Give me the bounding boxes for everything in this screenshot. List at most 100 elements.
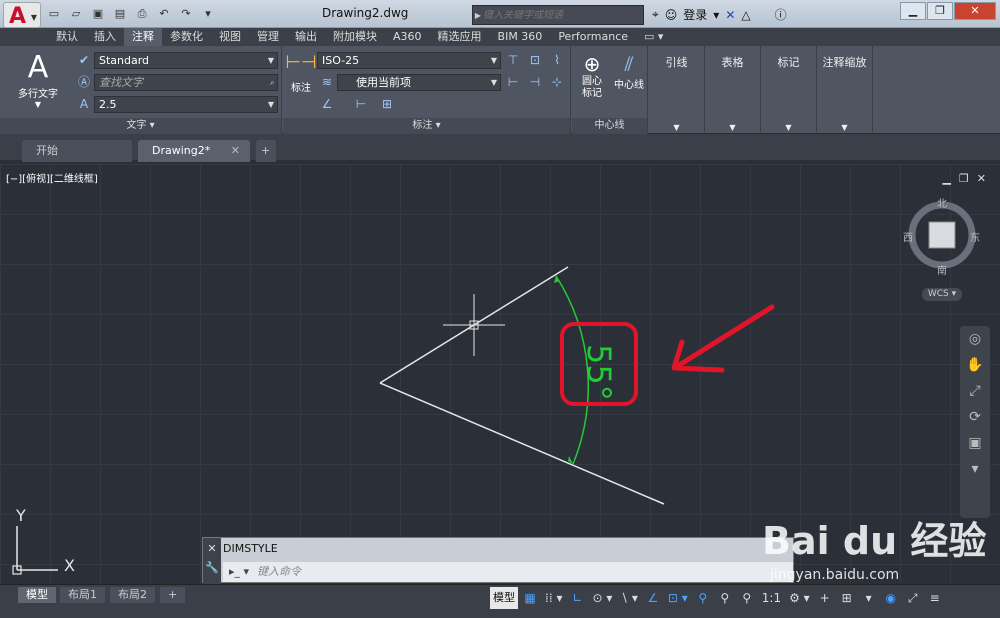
angular-dim-icon[interactable]: ∠ <box>319 96 335 112</box>
multiline-text-button[interactable]: A 多行文字 ▼ <box>12 50 64 109</box>
dim-break-icon[interactable]: ⊤ <box>505 52 521 68</box>
close-icon[interactable]: ✕ <box>231 140 240 162</box>
center-mark-button[interactable]: ⊕ 圆心 标记 <box>574 52 610 100</box>
pan-hand-icon[interactable]: ✋ <box>960 352 990 378</box>
dim-reassociate-icon[interactable]: ⊹ <box>549 74 565 90</box>
tab-addins[interactable]: 附加模块 <box>325 28 385 46</box>
showmotion-icon[interactable]: ▣ <box>960 430 990 456</box>
add-icon[interactable]: + <box>815 587 835 609</box>
tab-view[interactable]: 视图 <box>211 28 249 46</box>
dim-layer-select[interactable]: 使用当前项 ▼ <box>337 74 501 91</box>
dim-jog-icon[interactable]: ⌇ <box>549 52 565 68</box>
help-icon[interactable]: ⓘ <box>775 6 787 23</box>
snap-icon[interactable]: ⁞⁞ ▾ <box>542 587 565 609</box>
dimension-panel-footer[interactable]: 标注 ▾ <box>283 118 570 134</box>
text-style-select[interactable]: Standard ▼ <box>94 52 278 69</box>
customize-statusbar-icon[interactable]: ≡ <box>925 587 945 609</box>
isolate-objects-icon[interactable]: ◉ <box>881 587 901 609</box>
workspace-gear-icon[interactable]: ⚙ ▾ <box>786 587 813 609</box>
spell-check-icon[interactable]: ✔ <box>76 52 92 68</box>
search-expand-icon[interactable]: ▶ <box>473 11 483 20</box>
customize-qat-icon[interactable]: ▾ <box>200 6 216 22</box>
command-line-grip[interactable]: ✕ 🔧 <box>203 538 221 584</box>
dim-space-icon[interactable]: ⊡ <box>527 52 543 68</box>
a360-icon[interactable]: △ <box>741 8 750 22</box>
annotation-scale-icon[interactable]: ⚲ <box>737 587 757 609</box>
tab-drawing2[interactable]: Drawing2* ✕ <box>138 140 250 162</box>
annotation-scale-value[interactable]: 1:1 <box>759 587 784 609</box>
centerline-button[interactable]: ⫽ 中心线 <box>610 52 648 91</box>
command-prompt-icon[interactable]: ▸_ ▾ <box>229 562 249 582</box>
print-icon[interactable]: ⎙ <box>134 6 150 22</box>
orbit-icon[interactable]: ⟳ <box>960 404 990 430</box>
close-button[interactable]: ✕ <box>954 2 996 20</box>
tab-bim360[interactable]: BIM 360 <box>490 28 551 46</box>
login-dropdown-icon[interactable]: ▾ <box>713 8 719 22</box>
tab-output[interactable]: 输出 <box>287 28 325 46</box>
tab-parametric[interactable]: 参数化 <box>162 28 211 46</box>
application-menu-button[interactable]: A ▼ <box>3 2 41 29</box>
find-text-input[interactable]: 查找文字 ⌕ <box>94 74 278 91</box>
minimize-button[interactable]: ▁ <box>900 2 926 20</box>
polar-icon[interactable]: ⊙ ▾ <box>589 587 615 609</box>
dim-style-select[interactable]: ISO-25 ▼ <box>317 52 501 69</box>
binoculars-icon[interactable]: ⌖ <box>652 7 659 22</box>
baseline-dim-icon[interactable]: ⊞ <box>379 96 395 112</box>
layout-tab-layout2[interactable]: 布局2 <box>110 587 155 603</box>
lock-icon[interactable]: ▾ <box>859 587 879 609</box>
compass-east-label[interactable]: 东 <box>970 229 980 244</box>
leader-panel[interactable]: 引线 ▼ <box>649 46 705 134</box>
ortho-icon[interactable]: ∟ <box>567 587 587 609</box>
find-text-icon[interactable]: Ⓐ <box>76 74 92 90</box>
tab-default[interactable]: 默认 <box>48 28 86 46</box>
dim-inspect-icon[interactable]: ⊢ <box>505 74 521 90</box>
wcs-menu[interactable]: WCS ▾ <box>922 288 962 301</box>
layout-tab-layout1[interactable]: 布局1 <box>60 587 105 603</box>
new-file-icon[interactable]: ▭ <box>46 6 62 22</box>
restore-button[interactable]: ❐ <box>927 2 953 20</box>
tab-start[interactable]: 开始 <box>22 140 132 162</box>
tab-manage[interactable]: 管理 <box>249 28 287 46</box>
otrack-icon[interactable]: ⊡ ▾ <box>665 587 691 609</box>
auto-scale-icon[interactable]: ⚲ <box>715 587 735 609</box>
tab-performance[interactable]: Performance <box>550 28 636 46</box>
steering-wheel-icon[interactable]: ◎ <box>960 326 990 352</box>
find-binoculars-icon[interactable]: ⌕ <box>270 75 274 90</box>
open-file-icon[interactable]: ▱ <box>68 6 84 22</box>
nav-bar-menu-icon[interactable]: ▾ <box>960 456 990 482</box>
ribbon-minimize-icon[interactable]: ▭ ▾ <box>636 28 671 46</box>
text-height-select[interactable]: 2.5 ▼ <box>94 96 278 113</box>
text-panel-footer[interactable]: 文字 ▾ <box>0 118 281 134</box>
markup-panel[interactable]: 标记 ▼ <box>761 46 817 134</box>
tab-annotate[interactable]: 注释 <box>124 28 162 46</box>
add-layout-button[interactable]: + <box>160 587 186 603</box>
tab-featured-apps[interactable]: 精选应用 <box>430 28 490 46</box>
exchange-apps-icon[interactable]: ✕ <box>725 8 735 22</box>
centerline-panel-footer[interactable]: 中心线 <box>572 118 647 134</box>
compass-north-label[interactable]: 北 <box>937 195 947 210</box>
annotation-scale-panel[interactable]: 注释缩放 ▼ <box>817 46 873 134</box>
tab-insert[interactable]: 插入 <box>86 28 124 46</box>
units-icon[interactable]: ⊞ <box>837 587 857 609</box>
layout-tab-model[interactable]: 模型 <box>18 587 56 603</box>
dimension-button[interactable]: ⊢⊣ 标注 <box>285 52 317 94</box>
compass-south-label[interactable]: 南 <box>937 262 947 277</box>
wrench-icon[interactable]: 🔧 <box>203 561 221 574</box>
dim-update-icon[interactable]: ⊣ <box>527 74 543 90</box>
new-tab-button[interactable]: + <box>256 140 276 162</box>
save-as-icon[interactable]: ▤ <box>112 6 128 22</box>
tab-a360[interactable]: A360 <box>385 28 430 46</box>
osnap-icon[interactable]: ∠ <box>643 587 663 609</box>
compass-west-label[interactable]: 西 <box>903 229 913 244</box>
table-panel[interactable]: 表格 ▼ <box>705 46 761 134</box>
undo-icon[interactable]: ↶ <box>156 6 172 22</box>
login-link[interactable]: 登录 <box>683 6 707 23</box>
isodraft-icon[interactable]: ∖ ▾ <box>617 587 640 609</box>
continue-dim-icon[interactable]: ⊢ <box>353 96 369 112</box>
zoom-extents-icon[interactable]: ⤢ <box>960 378 990 404</box>
search-box[interactable]: ▶ <box>472 5 644 25</box>
user-icon[interactable]: ☺ <box>665 8 678 22</box>
annotation-visibility-icon[interactable]: ⚲ <box>693 587 713 609</box>
close-icon[interactable]: ✕ <box>203 542 221 555</box>
grid-icon[interactable]: ▦ <box>520 587 540 609</box>
